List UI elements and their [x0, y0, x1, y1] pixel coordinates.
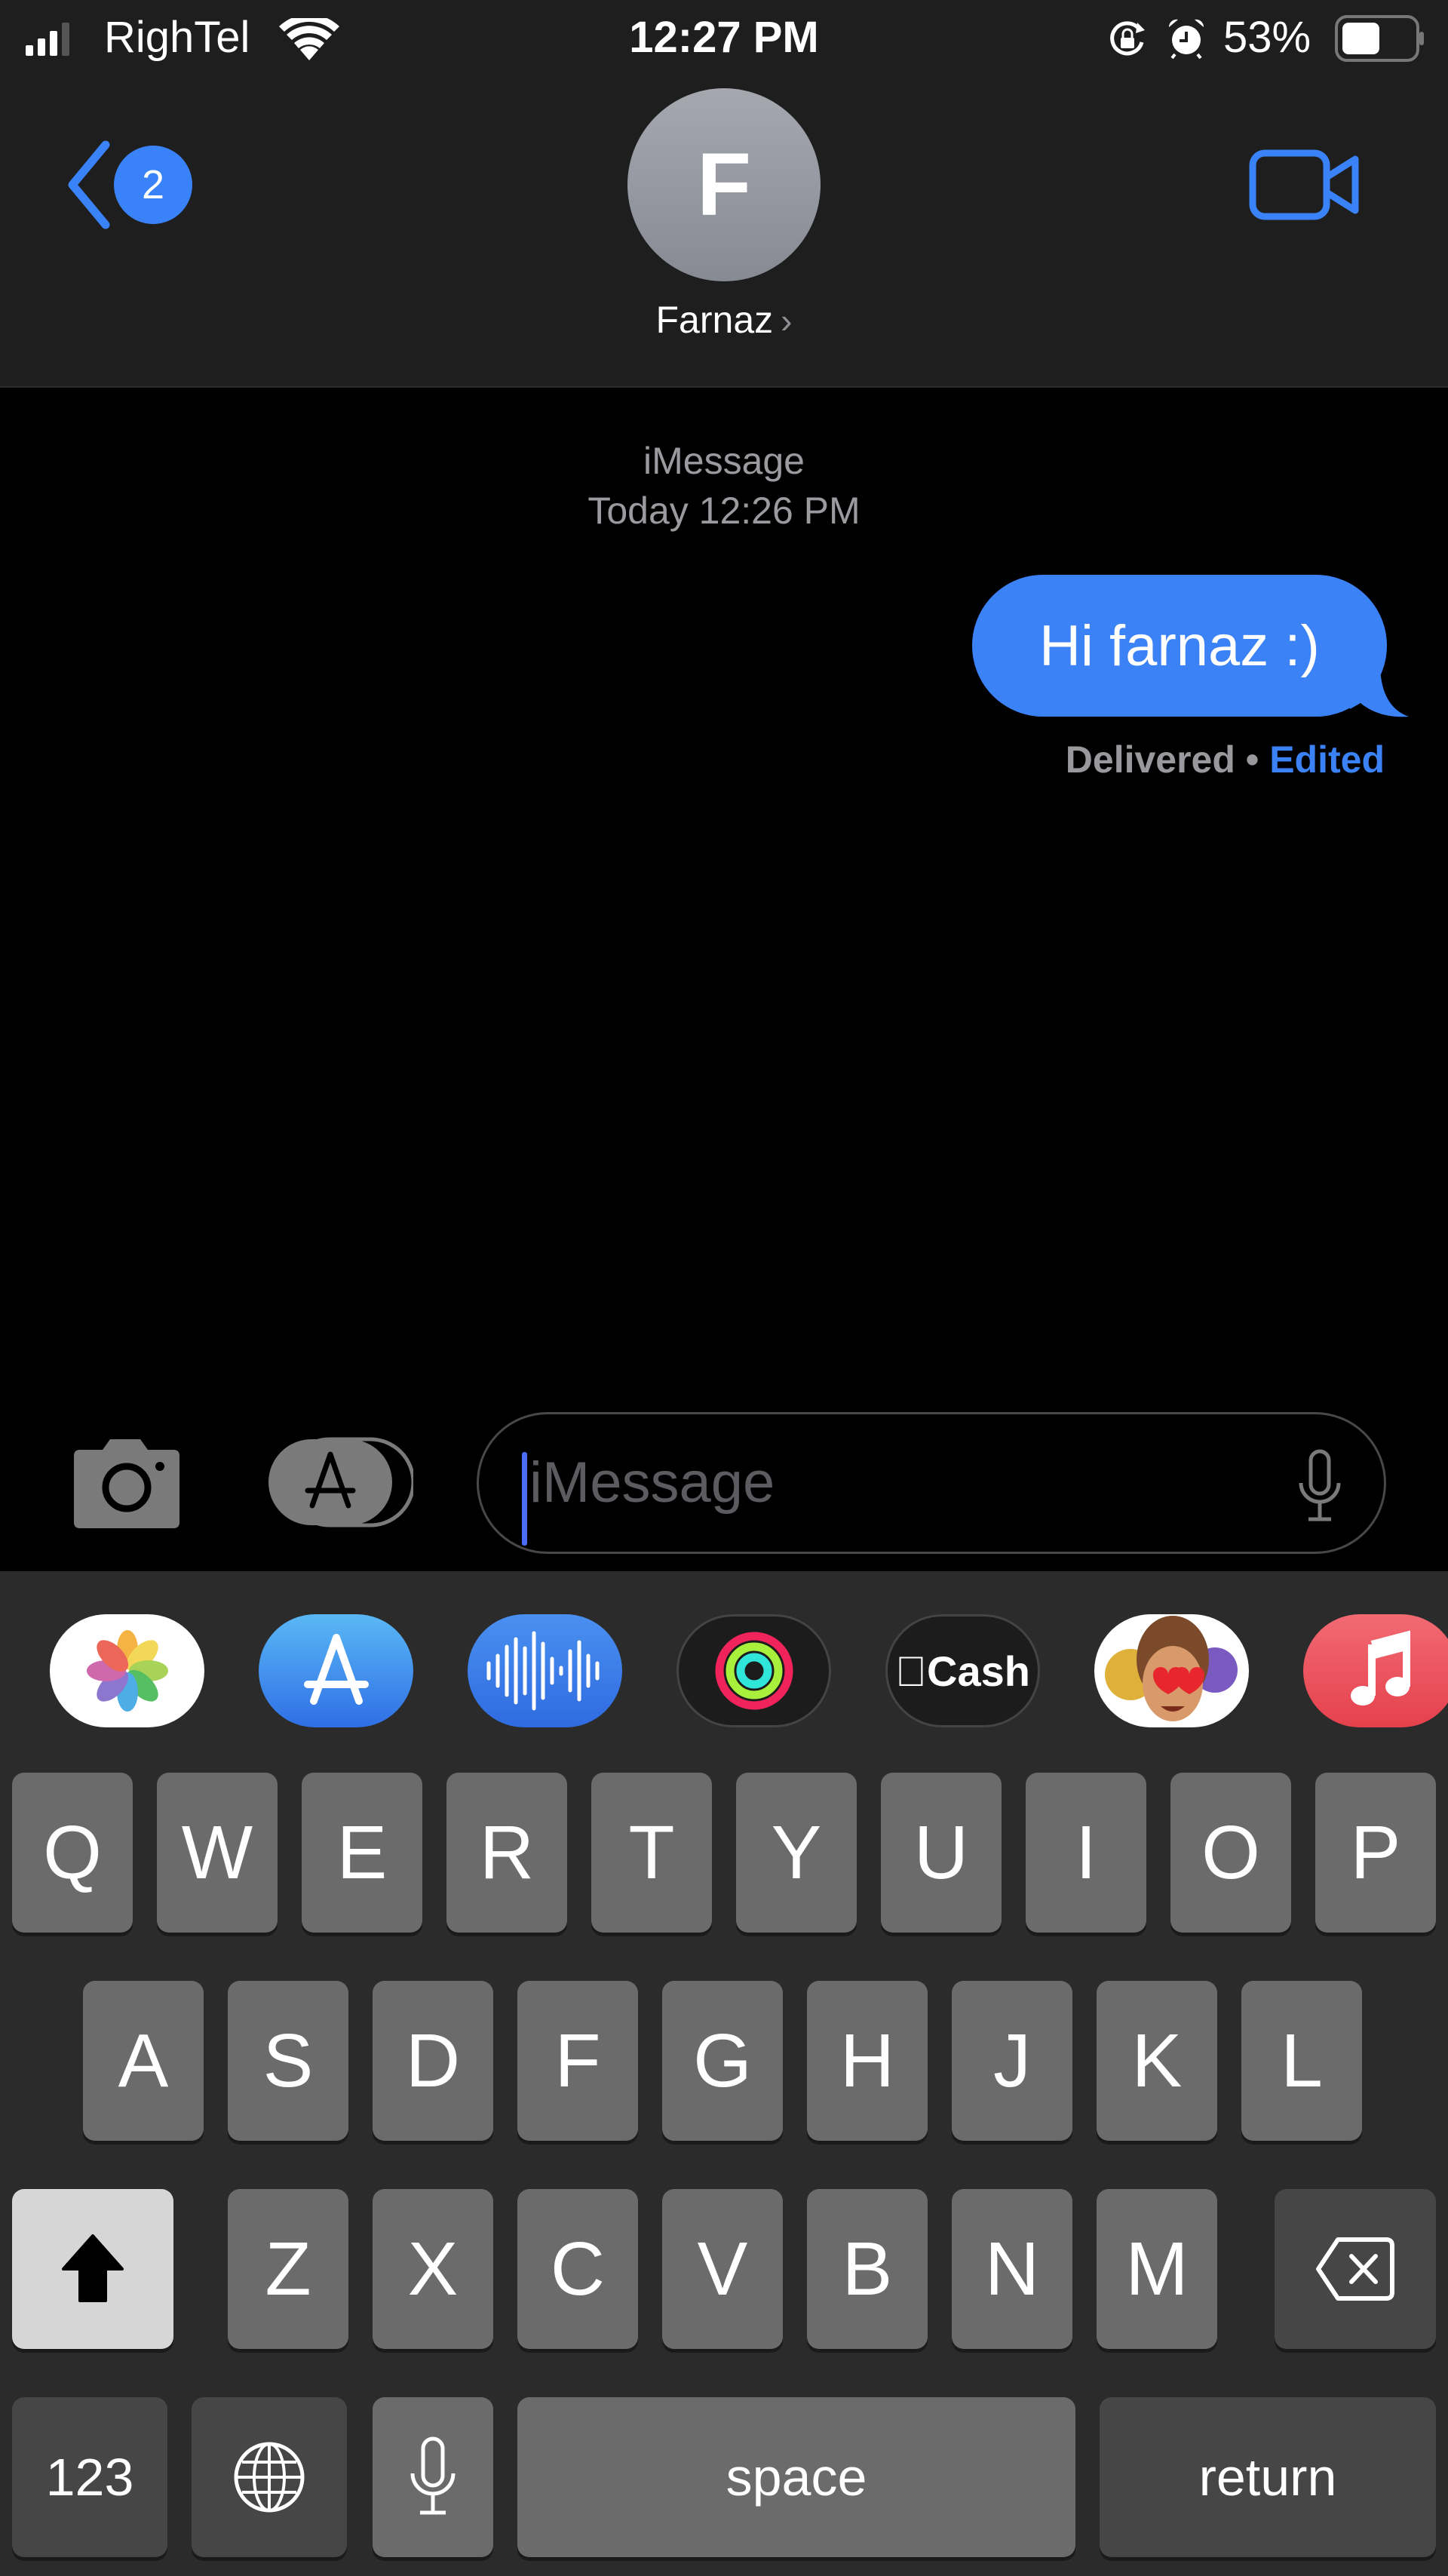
- photos-icon: [86, 1630, 168, 1712]
- key-b[interactable]: B: [807, 2189, 928, 2349]
- video-camera-icon: [1249, 149, 1359, 220]
- app-apple-cash[interactable]: Cash: [885, 1614, 1040, 1727]
- globe-icon: [234, 2442, 305, 2513]
- dictation-key[interactable]: [373, 2397, 493, 2557]
- key-w[interactable]: W: [157, 1773, 278, 1933]
- key-c[interactable]: C: [517, 2189, 638, 2349]
- facetime-video-button[interactable]: [1248, 147, 1361, 223]
- key-e[interactable]: E: [302, 1773, 422, 1933]
- numbers-key[interactable]: 123: [12, 2397, 167, 2557]
- key-i[interactable]: I: [1026, 1773, 1146, 1933]
- keyboard-area: Cash: [0, 1571, 1448, 2576]
- conversation-header: RighTel 12:27 PM 53% 2 F Farnaz ›: [0, 0, 1448, 388]
- key-u[interactable]: U: [881, 1773, 1002, 1933]
- microphone-icon: [410, 2436, 456, 2515]
- chevron-right-icon: ›: [781, 301, 793, 340]
- waveform-icon: [486, 1631, 599, 1711]
- apple-cash-label: Cash: [911, 1647, 1030, 1695]
- alarm-icon: [1168, 19, 1204, 59]
- shift-arrow-icon: [62, 2234, 124, 2302]
- app-photos[interactable]: [50, 1614, 204, 1727]
- key-t[interactable]: T: [591, 1773, 712, 1933]
- conversation-timestamp: Today 12:26 PM: [587, 490, 861, 532]
- space-key[interactable]: space: [517, 2397, 1075, 2557]
- key-n[interactable]: N: [952, 2189, 1072, 2349]
- battery-icon: [1335, 15, 1424, 62]
- contact-name: Farnaz: [655, 299, 774, 341]
- input-placeholder: iMessage: [529, 1451, 775, 1515]
- app-audio-message[interactable]: [468, 1614, 622, 1727]
- key-k[interactable]: K: [1097, 1981, 1217, 2141]
- globe-key[interactable]: [192, 2397, 347, 2557]
- app-music[interactable]: [1303, 1614, 1448, 1727]
- key-v[interactable]: V: [662, 2189, 783, 2349]
- key-p[interactable]: P: [1315, 1773, 1436, 1933]
- microphone-icon: [1299, 1449, 1341, 1521]
- key-l[interactable]: L: [1241, 1981, 1362, 2141]
- contact-avatar[interactable]: F: [627, 88, 821, 281]
- key-r[interactable]: R: [446, 1773, 567, 1933]
- key-d[interactable]: D: [373, 1981, 493, 2141]
- orientation-lock-icon: [1110, 21, 1145, 56]
- edited-link[interactable]: Edited: [1269, 738, 1385, 781]
- delete-key[interactable]: [1275, 2189, 1436, 2349]
- apple-cash-icon: : [895, 1647, 927, 1696]
- key-f[interactable]: F: [517, 1981, 638, 2141]
- service-label: iMessage: [643, 440, 805, 482]
- dictation-button[interactable]: [1293, 1448, 1346, 1524]
- key-a[interactable]: A: [83, 1981, 204, 2141]
- app-store-icon: [268, 1437, 416, 1527]
- key-o[interactable]: O: [1170, 1773, 1291, 1933]
- delivery-status: Delivered • Edited: [1066, 738, 1385, 781]
- memoji-icon: [1104, 1616, 1238, 1721]
- chevron-left-icon: [68, 140, 110, 229]
- key-y[interactable]: Y: [736, 1773, 857, 1933]
- battery-percentage: 53%: [1223, 13, 1311, 62]
- key-x[interactable]: X: [373, 2189, 493, 2349]
- app-memoji[interactable]: [1094, 1614, 1249, 1727]
- message-input[interactable]: iMessage: [477, 1412, 1386, 1554]
- camera-icon: [74, 1439, 179, 1528]
- key-z[interactable]: Z: [228, 2189, 348, 2349]
- contact-name-button[interactable]: Farnaz ›: [0, 298, 1448, 342]
- return-key[interactable]: return: [1100, 2397, 1436, 2557]
- activity-rings-icon: [715, 1632, 793, 1710]
- delivered-label: Delivered: [1065, 738, 1235, 781]
- key-h[interactable]: H: [807, 1981, 928, 2141]
- message-bubble-outgoing[interactable]: Hi farnaz :): [972, 575, 1387, 717]
- shift-key[interactable]: [12, 2189, 173, 2349]
- key-q[interactable]: Q: [12, 1773, 133, 1933]
- app-app-store[interactable]: [259, 1614, 413, 1727]
- apps-button[interactable]: [265, 1433, 416, 1531]
- key-m[interactable]: M: [1097, 2189, 1217, 2349]
- key-j[interactable]: J: [952, 1981, 1072, 2141]
- unread-count-badge: 2: [114, 146, 192, 224]
- music-icon: [1350, 1630, 1410, 1706]
- status-separator: •: [1235, 738, 1270, 781]
- key-s[interactable]: S: [228, 1981, 348, 2141]
- text-cursor: [522, 1452, 527, 1546]
- camera-button[interactable]: [66, 1433, 187, 1531]
- app-store-icon: [303, 1634, 369, 1705]
- app-activity[interactable]: [676, 1614, 831, 1727]
- key-g[interactable]: G: [662, 1981, 783, 2141]
- delete-backspace-icon: [1316, 2237, 1394, 2301]
